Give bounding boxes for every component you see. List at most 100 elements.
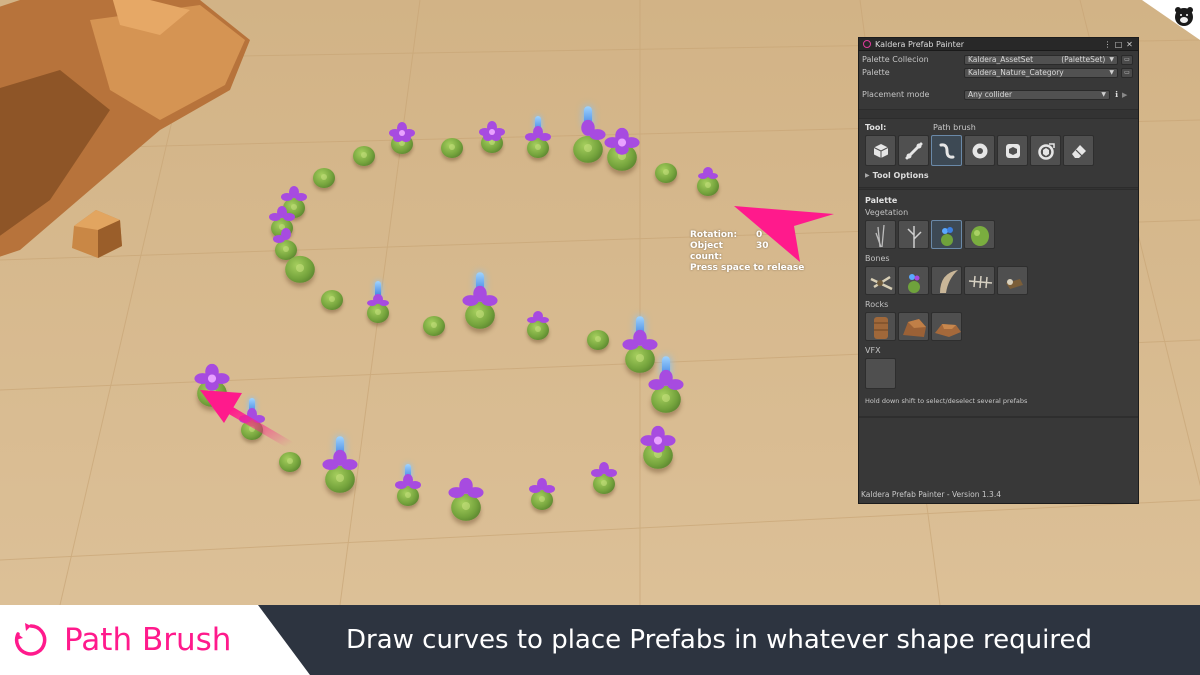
tool-label: Tool: xyxy=(865,122,887,132)
prefab-plant-flower xyxy=(621,316,659,373)
placement-mode-value: Any collider xyxy=(968,90,1013,99)
circle-brush-icon[interactable] xyxy=(964,135,995,166)
prefab-plant-flower xyxy=(639,425,677,469)
folder-icon[interactable]: ▭ xyxy=(1121,54,1133,65)
placement-mode-row: Placement mode Any collider ▼ ℹ ▶ xyxy=(859,88,1138,101)
window-titlebar[interactable]: Kaldera Prefab Painter ⋮ □ ✕ xyxy=(859,38,1138,51)
palette-collection-dropdown[interactable]: Kaldera_AssetSet (PaletteSet) ▼ xyxy=(964,54,1118,65)
box-icon[interactable] xyxy=(997,135,1028,166)
prefab-plant-flower xyxy=(388,122,416,154)
vegetation-thumbs xyxy=(859,220,1138,249)
prefab-thumb-rock-pillar[interactable] xyxy=(865,312,896,341)
section-divider xyxy=(859,109,1138,119)
chevron-down-icon: ▼ xyxy=(1109,69,1114,76)
prefab-thumb-horn[interactable] xyxy=(931,266,962,295)
prefab-thumb-grass[interactable] xyxy=(865,220,896,249)
line-brush-icon[interactable] xyxy=(898,135,929,166)
brush-status-overlay: Rotation: 0 Object count: 30 Press space t… xyxy=(690,230,804,274)
small-rock xyxy=(72,210,122,258)
prefab-thumb-vfx-empty[interactable] xyxy=(865,358,896,389)
kaldera-logo-icon xyxy=(863,40,871,48)
prefab-thumb-flower-plant[interactable] xyxy=(931,220,962,249)
replace-icon[interactable] xyxy=(1030,135,1061,166)
path-brush-cycle-icon xyxy=(14,623,47,656)
prefab-plant-flower xyxy=(569,106,607,163)
category-vfx: VFX xyxy=(865,346,881,355)
banner-title: Path Brush xyxy=(64,622,232,658)
palette-collection-type: (PaletteSet) xyxy=(1061,55,1106,64)
rotation-label: Rotation: xyxy=(690,230,738,240)
palette-value: Kaldera_Nature_Category xyxy=(968,68,1064,77)
prefab-plant xyxy=(584,322,612,350)
close-icon[interactable]: ✕ xyxy=(1125,40,1134,49)
prefab-plant-flower xyxy=(524,311,552,340)
prefab-thumb-ribs[interactable] xyxy=(964,266,995,295)
prefab-painter-window[interactable]: Kaldera Prefab Painter ⋮ □ ✕ Palette Col… xyxy=(858,37,1139,504)
rocks-thumbs xyxy=(859,312,1138,341)
chevron-right-icon: ▶ xyxy=(865,172,870,179)
multi-select-hint: Hold down shift to select/deselect sever… xyxy=(865,397,1028,405)
feature-banner: Path Brush Draw curves to place Prefabs … xyxy=(0,605,1200,675)
maximize-icon[interactable]: □ xyxy=(1114,40,1123,49)
chevron-down-icon: ▼ xyxy=(1101,91,1106,98)
prefab-thumb-twig[interactable] xyxy=(898,220,929,249)
release-hint: Press space to release xyxy=(690,263,805,273)
palette-row: Palette Kaldera_Nature_Category ▼ ▭ xyxy=(859,66,1138,79)
category-rocks: Rocks xyxy=(865,300,889,309)
prefab-plant xyxy=(350,138,378,166)
cube-icon[interactable] xyxy=(865,135,896,166)
folder-icon[interactable]: ▭ xyxy=(1121,67,1133,78)
prefab-plant-flower xyxy=(647,356,685,413)
prefab-plant-flower xyxy=(394,464,422,506)
prefab-plant xyxy=(420,308,448,336)
expand-arrow-icon[interactable]: ▶ xyxy=(1122,91,1127,99)
tool-header: Tool: Path brush xyxy=(859,121,1138,133)
info-icon[interactable]: ℹ xyxy=(1115,90,1118,99)
prefab-plant-flower xyxy=(461,272,499,329)
object-count-value: 30 xyxy=(756,241,769,251)
category-vegetation: Vegetation xyxy=(865,208,909,217)
chevron-down-icon: ▼ xyxy=(1109,56,1114,63)
section-divider xyxy=(859,416,1138,418)
more-options-icon[interactable]: ⋮ xyxy=(1103,40,1112,49)
bones-thumbs xyxy=(859,266,1138,295)
placement-mode-label: Placement mode xyxy=(862,90,930,99)
palette-collection-value: Kaldera_AssetSet xyxy=(968,55,1034,64)
tool-options-foldout[interactable]: ▶ Tool Options xyxy=(859,170,1138,181)
window-title: Kaldera Prefab Painter xyxy=(875,39,965,49)
tool-toolbar xyxy=(859,135,1138,166)
version-text: Kaldera Prefab Painter - Version 1.3.4 xyxy=(861,490,1001,499)
palette-collection-row: Palette Collecion Kaldera_AssetSet (Pale… xyxy=(859,53,1138,66)
prefab-plant-flower xyxy=(528,478,556,510)
prefab-thumb-skull[interactable] xyxy=(997,266,1028,295)
path-brush-icon[interactable] xyxy=(931,135,962,166)
prefab-plant-flower xyxy=(364,281,392,323)
palette-label: Palette xyxy=(862,68,890,77)
prefab-plant-flower xyxy=(321,436,359,493)
palette-dropdown[interactable]: Kaldera_Nature_Category ▼ xyxy=(964,67,1118,78)
prefab-plant xyxy=(281,245,319,283)
prefab-plant-flower xyxy=(524,116,552,158)
category-bones: Bones xyxy=(865,254,890,263)
prefab-plant-flower xyxy=(447,477,485,521)
placement-mode-dropdown[interactable]: Any collider ▼ xyxy=(964,89,1110,100)
prefab-thumb-rock-flat[interactable] xyxy=(931,312,962,341)
tool-name: Path brush xyxy=(933,122,976,132)
eraser-icon[interactable] xyxy=(1063,135,1094,166)
tool-options-label: Tool Options xyxy=(872,171,929,180)
vfx-thumbs xyxy=(859,358,1138,389)
prefab-plant-flower xyxy=(590,462,618,494)
prefab-thumb-flower-plant[interactable] xyxy=(898,266,929,295)
palette-section-title: Palette xyxy=(865,196,898,205)
bear-logo-icon xyxy=(1142,0,1200,40)
prefab-plant xyxy=(652,155,680,183)
prefab-plant-flower xyxy=(694,167,722,196)
prefab-plant xyxy=(438,130,466,158)
prefab-plant xyxy=(310,160,338,188)
prefab-thumb-bones-pile[interactable] xyxy=(865,266,896,295)
prefab-thumb-bulb-plant[interactable] xyxy=(964,220,995,249)
path-arrow-icon xyxy=(200,390,294,449)
object-count-label: Object count: xyxy=(690,241,723,262)
prefab-thumb-rock-round[interactable] xyxy=(898,312,929,341)
palette-collection-label: Palette Collecion xyxy=(862,55,929,64)
